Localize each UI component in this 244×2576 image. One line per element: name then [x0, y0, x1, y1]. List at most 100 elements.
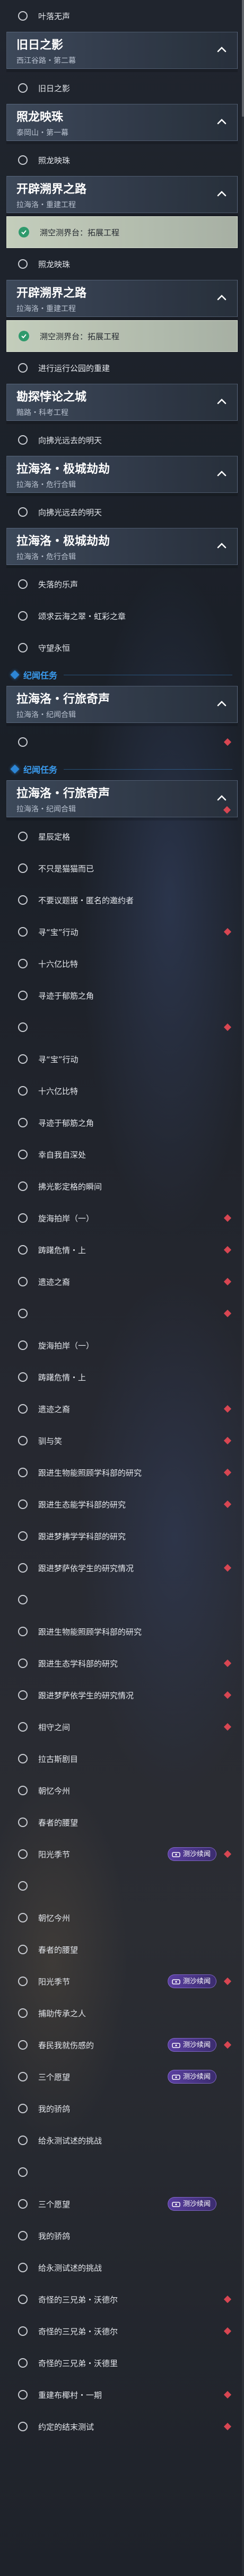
chapter-header[interactable]: 拉海洛・行旅奇声 拉海洛・纪闻合辑 — [6, 780, 238, 817]
quest-item[interactable]: 跟进生态能学科部的研究 — [6, 1488, 238, 1520]
quest-item[interactable]: 踌躇危情・上 — [6, 1361, 238, 1393]
quest-item[interactable]: 阳光季节 测沙续闻 — [6, 1965, 238, 1997]
quest-title: 朝忆今州 — [38, 1913, 71, 1923]
chevron-up-icon[interactable] — [215, 697, 229, 711]
chapter-header[interactable]: 照龙映珠 泰岡山・第一幕 — [6, 104, 238, 141]
quest-item[interactable]: 向拂光远去的明天 — [6, 496, 238, 528]
scrollbar-thumb[interactable] — [242, 0, 244, 117]
quest-item[interactable]: 春者的腰望 — [6, 1806, 238, 1838]
quest-item[interactable]: 跟进梦萨依学生的研究情况 — [6, 1552, 238, 1584]
quest-item[interactable]: 踌躇危情・上 — [6, 1234, 238, 1266]
quest-item[interactable]: 跟进梦萨依学生的研究情况 — [6, 1679, 238, 1711]
quest-item[interactable]: 约定的结末测试 — [6, 2411, 238, 2442]
quest-item[interactable]: 颂求云海之翠・虹彩之章 — [6, 600, 238, 632]
red-diamond-icon — [223, 1214, 232, 1222]
chapter-title: 开辟溯界之路 — [16, 287, 87, 300]
quest-item[interactable]: 三个愿望 测沙续闻 — [6, 2188, 238, 2220]
quest-item[interactable] — [6, 726, 238, 758]
quest-item[interactable]: 我的骄鸽 — [6, 2220, 238, 2252]
quest-item[interactable]: 三个愿望 测沙续闻 — [6, 2061, 238, 2093]
quest-item[interactable]: 不只是猫猫而已 — [6, 852, 238, 884]
chapter-header[interactable]: 拉海洛・极城劫劫 拉海洛・危行合辑 — [6, 456, 238, 493]
chevron-up-icon[interactable] — [215, 539, 229, 553]
quest-title: 阳光季节 — [38, 1977, 71, 1987]
quest-item-active[interactable]: 溯空测界台：拓展工程 — [6, 216, 238, 248]
circle-icon — [18, 1340, 28, 1350]
quest-title: 跟进生态学科部的研究 — [38, 1658, 118, 1669]
quest-item[interactable]: 遗迹之裔 — [6, 1266, 238, 1298]
chevron-up-icon[interactable] — [215, 115, 229, 129]
quest-item[interactable]: 旧日之影 — [6, 72, 238, 104]
chapter-header[interactable]: 拉海洛・极城劫劫 拉海洛・危行合辑 — [6, 528, 238, 565]
chevron-up-icon[interactable] — [215, 395, 229, 409]
quest-item[interactable]: 照龙映珠 — [6, 248, 238, 280]
event-badge: 测沙续闻 — [167, 2197, 216, 2211]
quest-item[interactable]: 阳光季节 测沙续闻 — [6, 1838, 238, 1870]
chevron-up-icon[interactable] — [215, 467, 229, 481]
quest-item[interactable]: 朝忆今州 — [6, 1775, 238, 1806]
quest-item[interactable]: 奇怪的三兄弟・沃德尔 — [6, 2283, 238, 2315]
chevron-up-icon[interactable] — [215, 43, 229, 57]
quest-item[interactable]: 相守之间 — [6, 1711, 238, 1743]
quest-item[interactable]: 旋海拍岸（一） — [6, 1202, 238, 1234]
quest-item[interactable]: 给永测试述的挑战 — [6, 2124, 238, 2156]
circle-icon — [18, 363, 28, 373]
quest-item[interactable]: 进行运行公园的重建 — [6, 352, 238, 384]
quest-title: 奇怪的三兄弟・沃德尔 — [38, 2326, 118, 2336]
quest-item[interactable]: 跟进生态学科部的研究 — [6, 1647, 238, 1679]
chapter-header[interactable]: 拉海洛・行旅奇声 拉海洛・纪闻合辑 — [6, 686, 238, 723]
quest-item[interactable]: 重建布椰村・一期 — [6, 2379, 238, 2411]
quest-item[interactable]: 奇怪的三兄弟・沃德里 — [6, 2347, 238, 2379]
quest-item[interactable] — [6, 1298, 238, 1329]
circle-icon — [18, 1818, 28, 1827]
chapter-header[interactable]: 勘探悖论之城 黯路・科考工程 — [6, 384, 238, 421]
quest-item[interactable]: 跟进梦拂学学科部的研究 — [6, 1520, 238, 1552]
quest-item[interactable]: 照龙映珠 — [6, 144, 238, 176]
quest-item[interactable]: 寻“宝”行动 — [6, 916, 238, 948]
chapter-subtitle: 泰岡山・第一幕 — [16, 129, 68, 137]
quest-item[interactable] — [6, 1011, 238, 1043]
quest-item[interactable]: 给永测试述的挑战 — [6, 2252, 238, 2283]
quest-item[interactable]: 拂光影定格的瞬间 — [6, 1170, 238, 1202]
quest-item[interactable]: 我的骄鸽 — [6, 2093, 238, 2124]
quest-item[interactable]: 跟进生物能照顾学科部的研究 — [6, 1616, 238, 1647]
quest-item[interactable]: 寻迹于郁筋之角 — [6, 1107, 238, 1139]
quest-item[interactable] — [6, 1870, 238, 1902]
quest-item[interactable]: 寻迹于郁筋之角 — [6, 980, 238, 1011]
quest-item[interactable]: 十六亿比特 — [6, 1075, 238, 1107]
scrollbar[interactable] — [242, 0, 244, 2576]
chapter-header[interactable]: 开辟溯界之路 拉海洛・重建工程 — [6, 280, 238, 317]
quest-item[interactable]: 驯与笑 — [6, 1425, 238, 1457]
chapter-header[interactable]: 旧日之影 西江谷路・第二幕 — [6, 32, 238, 69]
quest-item[interactable]: 跟进生物能照顾学科部的研究 — [6, 1457, 238, 1488]
quest-item-active[interactable]: 溯空测界台：拓展工程 — [6, 320, 238, 352]
quest-item[interactable]: 寻“宝”行动 — [6, 1043, 238, 1075]
quest-item[interactable]: 守望永恒 — [6, 632, 238, 664]
quest-item[interactable]: 失落的乐声 — [6, 568, 238, 600]
quest-item[interactable]: 十六亿比特 — [6, 948, 238, 980]
quest-item[interactable]: 叶落无声 — [6, 0, 238, 32]
quest-item[interactable] — [6, 2156, 238, 2188]
chevron-up-icon[interactable] — [215, 791, 229, 805]
quest-item[interactable]: 不要议题据・匿名的邀约者 — [6, 884, 238, 916]
quest-item[interactable]: 朝忆今州 — [6, 1902, 238, 1934]
quest-item[interactable]: 春者的腰望 — [6, 1934, 238, 1965]
red-diamond-icon — [223, 2295, 232, 2304]
quest-item[interactable]: 向拂光远去的明天 — [6, 424, 238, 456]
quest-item[interactable]: 捕助传承之人 — [6, 1997, 238, 2029]
quest-item[interactable]: 星辰定格 — [6, 821, 238, 852]
quest-item[interactable] — [6, 1584, 238, 1616]
chapter-header[interactable]: 开辟溯界之路 拉海洛・重建工程 — [6, 176, 238, 213]
quest-item[interactable]: 遗迹之裔 — [6, 1393, 238, 1425]
chevron-up-icon[interactable] — [215, 291, 229, 305]
quest-item[interactable]: 旋海拍岸（一） — [6, 1329, 238, 1361]
quest-title: 寻“宝”行动 — [38, 1054, 79, 1064]
chevron-up-icon[interactable] — [215, 187, 229, 201]
circle-icon — [18, 1627, 28, 1636]
quest-item[interactable]: 幸自我自深处 — [6, 1139, 238, 1170]
quest-list[interactable]: 叶落无声 旧日之影 西江谷路・第二幕 旧日之影 照龙映珠 泰岡山・第一幕 照龙映珠 开辟溯界之… — [0, 0, 244, 2442]
quest-item[interactable]: 奇怪的三兄弟・沃德尔 — [6, 2315, 238, 2347]
quest-item[interactable]: 拉古斯剧目 — [6, 1743, 238, 1775]
quest-item[interactable]: 春民我就伤感的 测沙续闻 — [6, 2029, 238, 2061]
red-diamond-icon — [223, 806, 231, 814]
